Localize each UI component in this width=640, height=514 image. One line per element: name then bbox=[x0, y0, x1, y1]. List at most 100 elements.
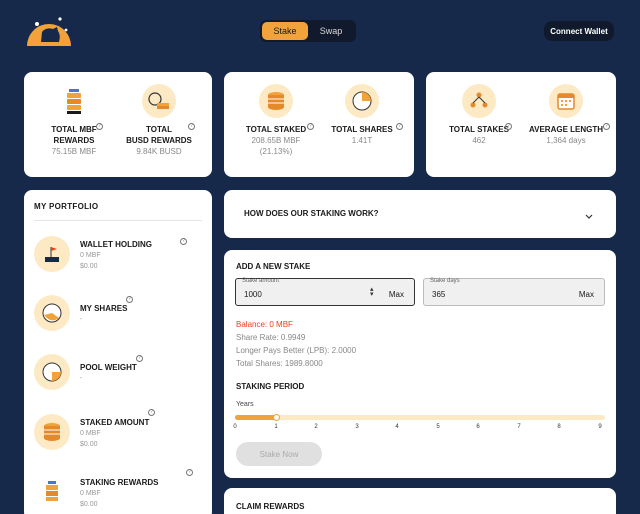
help-icon[interactable]: ? bbox=[136, 355, 143, 362]
help-icon[interactable]: ? bbox=[180, 238, 187, 245]
help-icon[interactable]: ? bbox=[96, 123, 103, 130]
help-icon[interactable]: ? bbox=[126, 296, 133, 303]
tick-label: 4 bbox=[395, 424, 399, 430]
portfolio-value: 0 MBF bbox=[80, 252, 101, 259]
staking-period-title: STAKING PERIOD bbox=[236, 382, 305, 391]
staking-period-slider[interactable] bbox=[235, 414, 605, 421]
tick-label: 9 bbox=[598, 424, 602, 430]
claim-rewards-card: CLAIM REWARDS bbox=[224, 488, 616, 514]
help-icon[interactable]: ? bbox=[188, 123, 195, 130]
logo bbox=[24, 8, 74, 48]
stake-count-stats-card: TOTAL STAKES 462 ? AVERAGE LENGTH 1,364 … bbox=[426, 72, 616, 177]
stat-label: REWARDS bbox=[53, 136, 95, 145]
stat-total-busd-rewards: TOTAL BUSD REWARDS 9.84K BUSD bbox=[119, 84, 199, 157]
stat-value-percent: (21.13%) bbox=[259, 147, 293, 156]
tick-label: 5 bbox=[436, 424, 440, 430]
share-rate-text: Share Rate: 0.9949 bbox=[236, 333, 306, 342]
stat-value: 1.41T bbox=[351, 136, 373, 145]
stat-label: AVERAGE LENGTH bbox=[528, 125, 604, 134]
portfolio-label: STAKED AMOUNT bbox=[80, 418, 150, 427]
pie-icon bbox=[34, 295, 70, 331]
portfolio-title: MY PORTFOLIO bbox=[34, 202, 99, 211]
portfolio-item-wallet-holding: WALLET HOLDING 0 MBF $0.00 bbox=[34, 236, 204, 286]
stat-label: BUSD REWARDS bbox=[126, 136, 192, 145]
stake-days-label: Stake days bbox=[430, 278, 460, 284]
rewards-stats-card: TOTAL MBF REWARDS 75.15B MBF ? TOTAL BUSD … bbox=[24, 72, 212, 177]
stat-value: 9.84K BUSD bbox=[136, 147, 182, 156]
stat-label: TOTAL SHARES bbox=[331, 125, 393, 134]
portfolio-item-staked-amount: STAKED AMOUNT 0 MBF $0.00 bbox=[34, 414, 204, 464]
tick-label: 6 bbox=[476, 424, 480, 430]
portfolio-value: 0 MBF bbox=[80, 490, 101, 497]
stat-value: 462 bbox=[472, 136, 486, 145]
tick-label: 0 bbox=[233, 424, 237, 430]
stat-label: TOTAL STAKED bbox=[245, 125, 307, 134]
tab-swap[interactable]: Swap bbox=[308, 22, 354, 40]
portfolio-label: MY SHARES bbox=[80, 304, 128, 313]
balance-text: Balance: 0 MBF bbox=[236, 320, 293, 329]
help-icon[interactable]: ? bbox=[186, 469, 193, 476]
busd-icon bbox=[142, 84, 176, 118]
chevron-down-icon[interactable] bbox=[584, 208, 594, 226]
stat-total-shares: TOTAL SHARES 1.41T bbox=[322, 84, 402, 146]
portfolio-value: 0 MBF bbox=[80, 430, 101, 437]
coin-stack-icon bbox=[34, 414, 70, 450]
stake-days-field[interactable]: Stake days 365 Max bbox=[423, 278, 605, 306]
portfolio-label: STAKING REWARDS bbox=[80, 478, 159, 487]
stat-label: TOTAL MBF bbox=[51, 125, 97, 134]
stake-now-button[interactable]: Stake Now bbox=[236, 442, 322, 466]
help-icon[interactable]: ? bbox=[396, 123, 403, 130]
stake-amount-label: Stake amount bbox=[242, 278, 280, 284]
portfolio-value: - bbox=[80, 375, 83, 382]
staking-stats-card: TOTAL STAKED 208.65B MBF (21.13%) ? TOTA… bbox=[224, 72, 414, 177]
slider-fill bbox=[235, 415, 276, 420]
portfolio-value: $0.00 bbox=[80, 441, 98, 448]
lpb-text: Longer Pays Better (LPB): 2.0000 bbox=[236, 346, 357, 355]
new-stake-title: ADD A NEW STAKE bbox=[236, 262, 311, 271]
stat-average-length: AVERAGE LENGTH 1,364 days bbox=[522, 84, 610, 146]
pie-icon bbox=[345, 84, 379, 118]
tab-stake[interactable]: Stake bbox=[262, 22, 308, 40]
help-icon[interactable]: ? bbox=[505, 123, 512, 130]
stat-label: TOTAL bbox=[146, 125, 172, 134]
stepper-icon[interactable]: ▴ ▾ bbox=[370, 286, 374, 298]
stake-amount-value[interactable]: 1000 bbox=[244, 290, 262, 299]
help-icon[interactable]: ? bbox=[148, 409, 155, 416]
coin-stack-small-icon bbox=[34, 474, 70, 510]
tick-label: 2 bbox=[314, 424, 318, 430]
portfolio-card: MY PORTFOLIO WALLET HOLDING 0 MBF $0.00 … bbox=[24, 190, 212, 514]
divider bbox=[34, 220, 202, 221]
new-stake-card: ADD A NEW STAKE Stake amount 1000 ▴ ▾ Max… bbox=[224, 250, 616, 478]
tick-label: 8 bbox=[557, 424, 561, 430]
faq-accordion[interactable]: HOW DOES OUR STAKING WORK? bbox=[224, 190, 616, 238]
people-network-icon bbox=[462, 84, 496, 118]
stake-amount-max-button[interactable]: Max bbox=[389, 290, 404, 299]
portfolio-value: $0.00 bbox=[80, 263, 98, 270]
portfolio-value: - bbox=[80, 316, 83, 323]
slider-thumb[interactable] bbox=[273, 414, 280, 421]
portfolio-item-pool-weight: POOL WEIGHT - bbox=[34, 354, 204, 404]
stat-total-stakes: TOTAL STAKES 462 bbox=[439, 84, 519, 146]
stat-value: 208.65B MBF bbox=[251, 136, 301, 145]
help-icon[interactable]: ? bbox=[603, 123, 610, 130]
stake-days-max-button[interactable]: Max bbox=[579, 290, 594, 299]
portfolio-item-staking-rewards: STAKING REWARDS 0 MBF $0.00 bbox=[34, 474, 204, 514]
stat-value: 75.15B MBF bbox=[51, 147, 97, 156]
claim-rewards-title: CLAIM REWARDS bbox=[236, 502, 305, 511]
stat-value: 1,364 days bbox=[546, 136, 586, 145]
stake-days-value[interactable]: 365 bbox=[432, 290, 445, 299]
flag-icon bbox=[34, 236, 70, 272]
portfolio-item-my-shares: MY SHARES - bbox=[34, 295, 204, 345]
calendar-icon bbox=[549, 84, 583, 118]
pie-chart-icon bbox=[34, 354, 70, 390]
stake-amount-field[interactable]: Stake amount 1000 ▴ ▾ Max bbox=[235, 278, 415, 306]
coin-stack-icon bbox=[259, 84, 293, 118]
faq-title: HOW DOES OUR STAKING WORK? bbox=[244, 209, 379, 218]
total-shares-text: Total Shares: 1989.8000 bbox=[236, 359, 323, 368]
help-icon[interactable]: ? bbox=[307, 123, 314, 130]
portfolio-label: POOL WEIGHT bbox=[80, 363, 137, 372]
stake-swap-toggle: Stake Swap bbox=[260, 20, 356, 42]
tick-label: 7 bbox=[517, 424, 521, 430]
connect-wallet-button[interactable]: Connect Wallet bbox=[544, 21, 614, 41]
portfolio-value: $0.00 bbox=[80, 501, 98, 508]
